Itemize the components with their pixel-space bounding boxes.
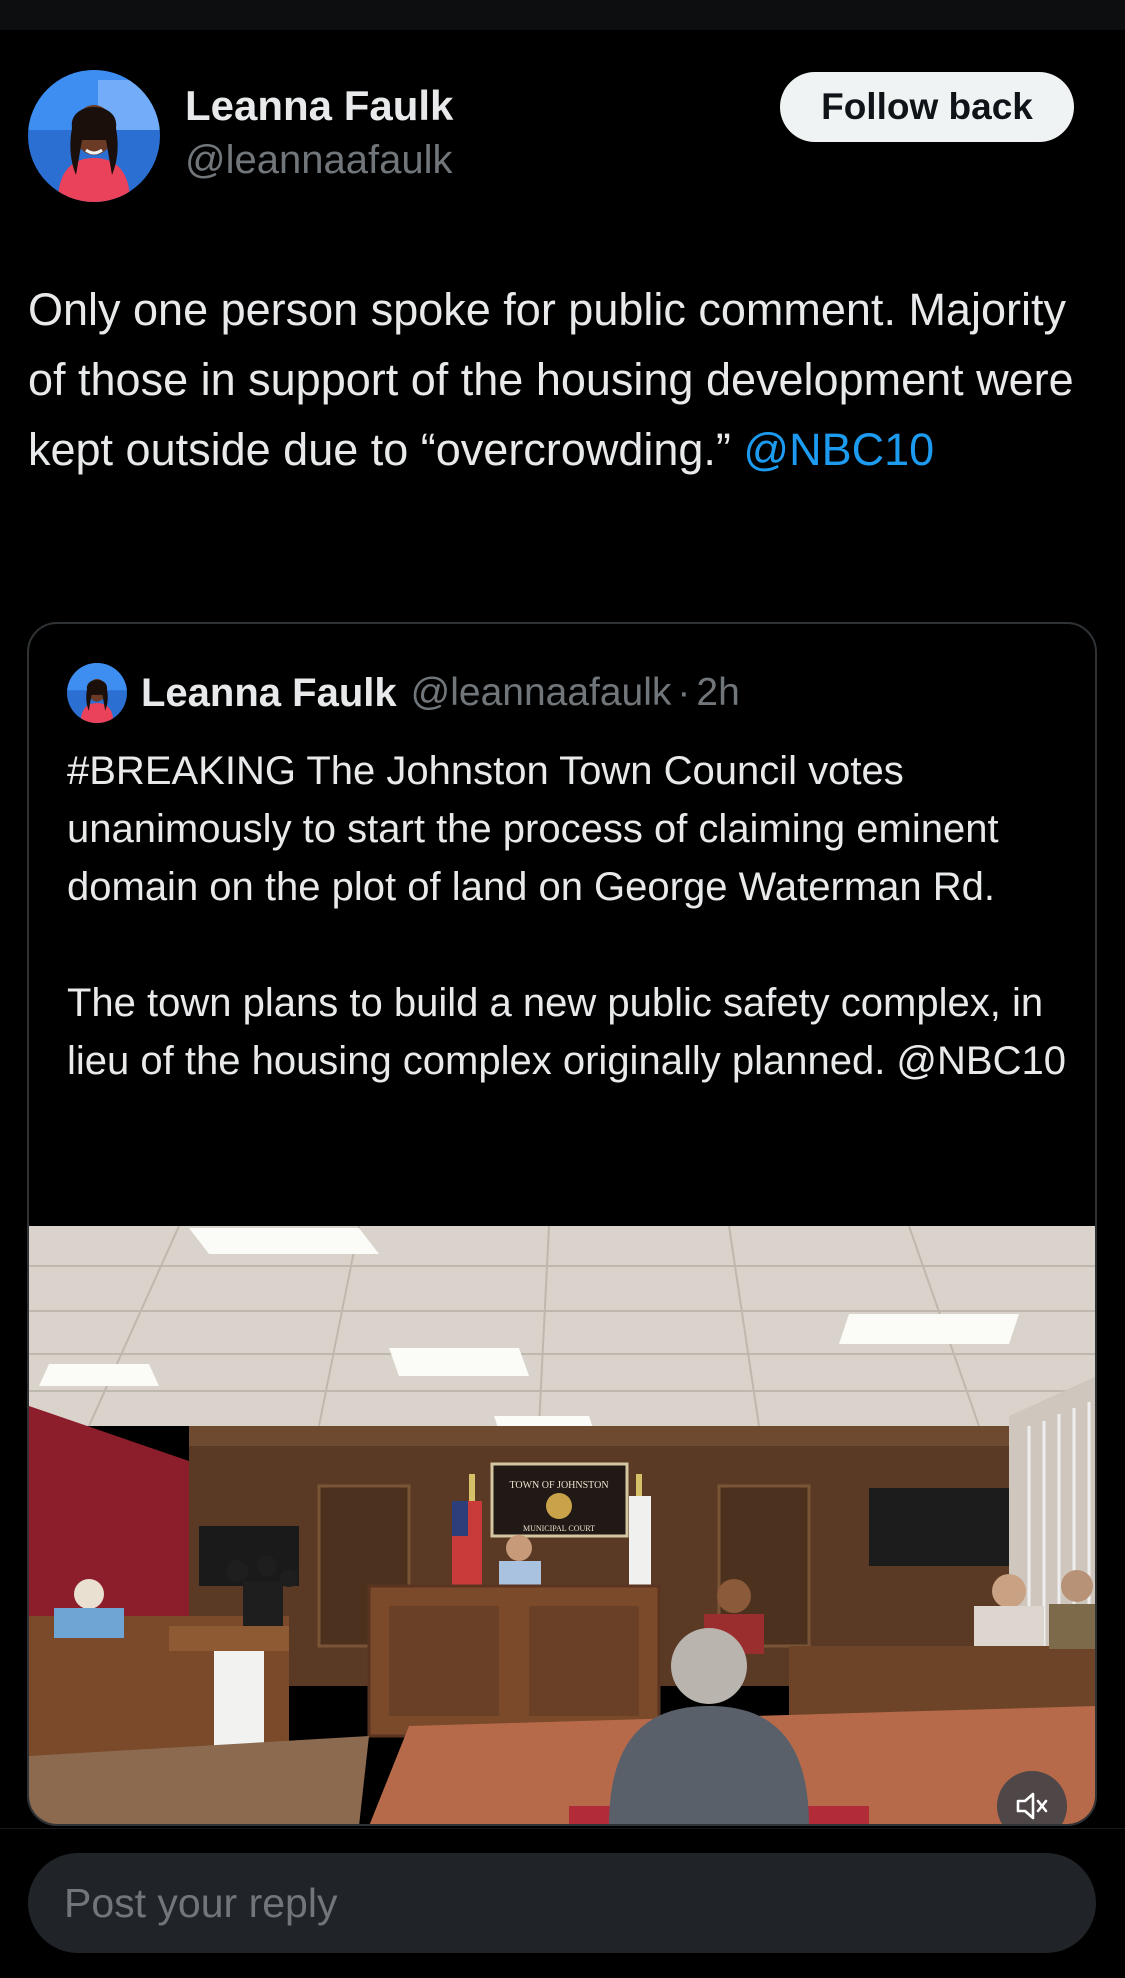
author-name[interactable]: Leanna Faulk bbox=[185, 82, 453, 130]
seal-text-bottom: MUNICIPAL COURT bbox=[523, 1524, 595, 1533]
quoted-post-text: #BREAKING The Johnston Town Council vote… bbox=[67, 742, 1067, 1090]
quoted-paragraph-2: The town plans to build a new public saf… bbox=[67, 981, 1066, 1083]
mention-link[interactable]: @NBC10 bbox=[743, 424, 934, 475]
video-thumbnail[interactable]: TOWN OF JOHNSTON MUNICIPAL COURT bbox=[29, 1226, 1095, 1824]
reply-bar bbox=[0, 1828, 1125, 1978]
quoted-author-name: Leanna Faulk bbox=[141, 670, 397, 715]
author-handle[interactable]: @leannaafaulk bbox=[185, 138, 452, 183]
quoted-post-card[interactable]: Leanna Faulk @leannaafaulk · 2h #BREAKIN… bbox=[27, 622, 1097, 1826]
quoted-author-avatar bbox=[67, 663, 127, 723]
author-avatar[interactable] bbox=[28, 70, 160, 202]
post-text: Only one person spoke for public comment… bbox=[28, 275, 1098, 485]
volume-muted-icon bbox=[1016, 1792, 1048, 1820]
separator-dot: · bbox=[677, 671, 691, 714]
reply-input[interactable] bbox=[28, 1853, 1096, 1953]
quoted-author-handle: @leannaafaulk bbox=[410, 671, 672, 714]
status-bar bbox=[0, 0, 1125, 30]
quoted-paragraph-1: #BREAKING The Johnston Town Council vote… bbox=[67, 749, 999, 909]
seal-text-top: TOWN OF JOHNSTON bbox=[509, 1480, 608, 1491]
follow-back-button[interactable]: Follow back bbox=[780, 72, 1074, 142]
quoted-post-time: 2h bbox=[696, 671, 740, 714]
quoted-post-header: Leanna Faulk @leannaafaulk · 2h bbox=[67, 662, 740, 724]
